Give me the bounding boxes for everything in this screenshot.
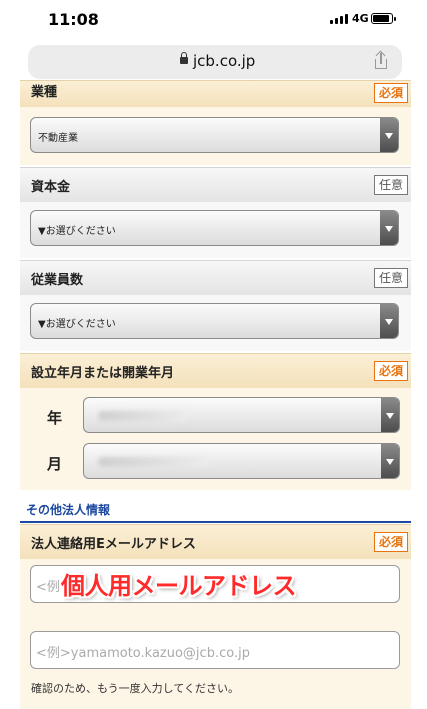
email-placeholder: <例 <box>36 580 60 595</box>
founded-body: 年 月 <box>20 388 411 490</box>
capital-header: 資本金 任意 <box>20 167 411 202</box>
optional-badge: 任意 <box>373 175 408 195</box>
capital-label: 資本金 <box>31 180 71 195</box>
employees-header: 従業員数 任意 <box>20 260 411 295</box>
chevron-down-icon <box>381 444 399 478</box>
signal-icon <box>330 14 348 24</box>
required-badge: 必須 <box>373 361 408 381</box>
network-type: 4G <box>352 12 369 25</box>
chevron-down-icon <box>380 211 398 245</box>
founded-header: 設立年月または開業年月 必須 <box>20 353 411 388</box>
employees-value: ▼お選びください <box>38 319 116 330</box>
industry-body: 不動産業 <box>20 107 411 165</box>
year-select[interactable] <box>83 397 400 433</box>
divider <box>20 521 411 523</box>
optional-badge: 任意 <box>373 268 408 288</box>
month-label: 月 <box>47 455 63 473</box>
industry-label: 業種 <box>31 85 58 100</box>
email-header: 法人連絡用Eメールアドレス 必須 <box>20 524 411 559</box>
employees-label: 従業員数 <box>31 273 84 288</box>
chevron-down-icon <box>380 304 398 338</box>
lock-icon <box>180 52 188 64</box>
address-bar[interactable]: jcb.co.jp <box>28 45 402 79</box>
section-heading: その他法人情報 <box>26 503 111 517</box>
share-icon[interactable] <box>374 50 388 70</box>
status-time: 11:08 <box>48 10 99 29</box>
required-badge: 必須 <box>373 83 408 103</box>
industry-header: 業種 必須 <box>20 80 411 107</box>
required-badge: 必須 <box>373 532 408 552</box>
employees-select[interactable]: ▼お選びください <box>30 303 399 339</box>
employees-body: ▼お選びください <box>20 295 411 351</box>
capital-value: ▼お選びください <box>38 226 116 237</box>
battery-icon <box>371 13 396 24</box>
founded-label: 設立年月または開業年月 <box>31 366 175 381</box>
industry-value: 不動産業 <box>38 133 78 144</box>
capital-body: ▼お選びください <box>20 202 411 258</box>
industry-select[interactable]: 不動産業 <box>30 117 399 153</box>
chevron-down-icon <box>380 118 398 152</box>
email-label: 法人連絡用Eメールアドレス <box>31 537 196 552</box>
email-confirm-input[interactable]: <例>yamamoto.kazuo@jcb.co.jp <box>30 631 400 669</box>
status-bar: 11:08 4G <box>0 0 427 40</box>
capital-select[interactable]: ▼お選びください <box>30 210 399 246</box>
confirm-note: 確認のため、もう一度入力してください。 <box>31 682 240 695</box>
chevron-down-icon <box>381 398 399 432</box>
email-confirm-placeholder: <例>yamamoto.kazuo@jcb.co.jp <box>36 646 250 661</box>
month-select[interactable] <box>83 443 400 479</box>
year-label: 年 <box>47 409 63 427</box>
annotation-label: 個人用メールアドレス <box>61 572 297 600</box>
url-text: jcb.co.jp <box>193 52 256 70</box>
